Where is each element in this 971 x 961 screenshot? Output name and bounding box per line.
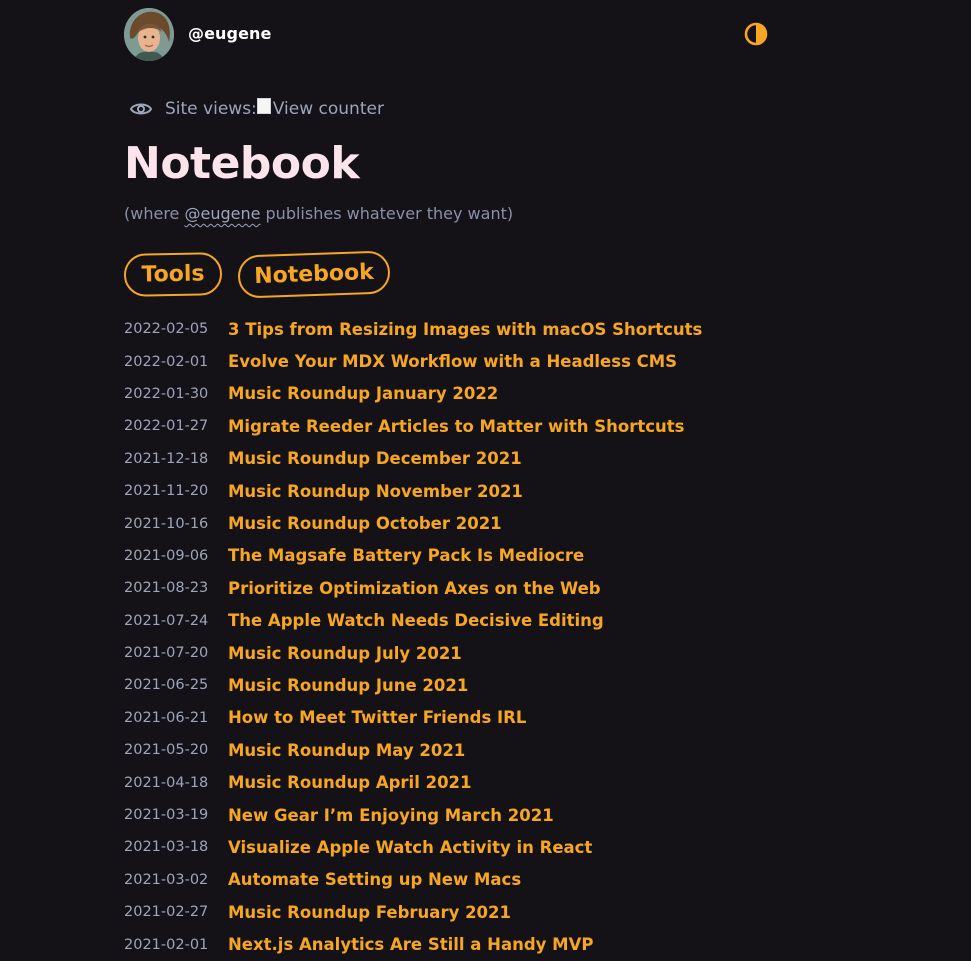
list-item: 2022-01-27 Migrate Reeder Articles to Mat… bbox=[124, 410, 702, 442]
list-item: 2021-08-23 Prioritize Optimization Axes o… bbox=[124, 572, 702, 604]
subtitle-prefix: (where bbox=[124, 204, 185, 223]
tab-tools[interactable]: Tools bbox=[123, 252, 223, 297]
half-circle-contrast-icon bbox=[744, 22, 768, 46]
list-item: 2021-10-16 Music Roundup October 2021 bbox=[124, 507, 702, 539]
post-title-link[interactable]: Music Roundup February 2021 bbox=[228, 903, 511, 922]
post-date: 2021-03-02 bbox=[124, 871, 209, 888]
post-title-link[interactable]: Next.js Analytics Are Still a Handy MVP bbox=[228, 935, 593, 954]
username[interactable]: @eugene bbox=[188, 24, 272, 43]
post-title-link[interactable]: New Gear I’m Enjoying March 2021 bbox=[228, 806, 554, 825]
list-item: 2021-03-18 Visualize Apple Watch Activity… bbox=[124, 831, 702, 863]
list-item: 2021-03-19 New Gear I’m Enjoying March 20… bbox=[124, 799, 702, 831]
site-views-label: Site views: bbox=[165, 99, 257, 119]
view-counter-image: View counter bbox=[256, 98, 384, 119]
eye-icon bbox=[130, 103, 152, 115]
list-item: 2021-03-02 Automate Setting up New Macs bbox=[124, 864, 702, 896]
page-title: Notebook bbox=[124, 138, 360, 189]
post-title-link[interactable]: Music Roundup November 2021 bbox=[228, 482, 523, 501]
post-date: 2021-06-21 bbox=[124, 709, 209, 726]
list-item: 2022-01-30 Music Roundup January 2022 bbox=[124, 378, 702, 410]
post-date: 2022-01-27 bbox=[124, 418, 209, 435]
subtitle-suffix: publishes whatever they want) bbox=[260, 204, 514, 223]
post-title-link[interactable]: Music Roundup May 2021 bbox=[228, 741, 465, 760]
broken-image-icon bbox=[256, 98, 271, 114]
post-date: 2021-07-20 bbox=[124, 645, 209, 662]
post-title-link[interactable]: Music Roundup December 2021 bbox=[228, 449, 522, 468]
post-title-link[interactable]: Music Roundup October 2021 bbox=[228, 514, 502, 533]
list-item: 2021-04-18 Music Roundup April 2021 bbox=[124, 766, 702, 798]
list-item: 2021-02-27 Music Roundup February 2021 bbox=[124, 896, 702, 928]
post-title-link[interactable]: Music Roundup January 2022 bbox=[228, 384, 498, 403]
tab-notebook[interactable]: Notebook bbox=[237, 250, 391, 299]
site-header: @eugene bbox=[124, 8, 770, 63]
avatar[interactable] bbox=[124, 8, 174, 61]
post-date: 2021-06-25 bbox=[124, 677, 209, 694]
post-date: 2021-07-24 bbox=[124, 612, 209, 629]
post-date: 2022-02-05 bbox=[124, 321, 209, 338]
page: @eugene Site views: View counter Noteboo… bbox=[0, 0, 971, 961]
list-item: 2021-02-01 Next.js Analytics Are Still a … bbox=[124, 928, 702, 960]
post-title-link[interactable]: Evolve Your MDX Workflow with a Headless… bbox=[228, 352, 677, 371]
list-item: 2021-12-18 Music Roundup December 2021 bbox=[124, 443, 702, 475]
post-title-link[interactable]: Visualize Apple Watch Activity in React bbox=[228, 838, 592, 857]
post-date: 2021-12-18 bbox=[124, 450, 209, 467]
post-date: 2021-08-23 bbox=[124, 580, 209, 597]
view-counter-alt-text: View counter bbox=[272, 99, 384, 119]
post-date: 2021-11-20 bbox=[124, 483, 209, 500]
post-title-link[interactable]: The Magsafe Battery Pack Is Mediocre bbox=[228, 546, 584, 565]
list-item: 2022-02-05 3 Tips from Resizing Images wi… bbox=[124, 313, 702, 345]
post-title-link[interactable]: How to Meet Twitter Friends IRL bbox=[228, 708, 526, 727]
theme-toggle-button[interactable] bbox=[744, 22, 768, 46]
post-title-link[interactable]: Music Roundup July 2021 bbox=[228, 644, 462, 663]
list-item: 2021-09-06 The Magsafe Battery Pack Is Me… bbox=[124, 540, 702, 572]
post-date: 2021-02-01 bbox=[124, 936, 209, 953]
post-date: 2021-05-20 bbox=[124, 742, 209, 759]
post-title-link[interactable]: Prioritize Optimization Axes on the Web bbox=[228, 579, 601, 598]
post-date: 2021-09-06 bbox=[124, 547, 209, 564]
list-item: 2021-06-25 Music Roundup June 2021 bbox=[124, 669, 702, 701]
post-date: 2022-01-30 bbox=[124, 385, 209, 402]
post-date: 2022-02-01 bbox=[124, 353, 209, 370]
post-title-link[interactable]: 3 Tips from Resizing Images with macOS S… bbox=[228, 320, 702, 339]
subtitle-handle-link[interactable]: @eugene bbox=[184, 204, 260, 223]
post-title-link[interactable]: Migrate Reeder Articles to Matter with S… bbox=[228, 417, 684, 436]
list-item: 2021-05-20 Music Roundup May 2021 bbox=[124, 734, 702, 766]
post-list: 2022-02-05 3 Tips from Resizing Images wi… bbox=[124, 313, 702, 961]
post-date: 2021-03-19 bbox=[124, 807, 209, 824]
list-item: 2021-06-21 How to Meet Twitter Friends IR… bbox=[124, 702, 702, 734]
page-subtitle: (where @eugene publishes whatever they w… bbox=[124, 204, 513, 223]
post-date: 2021-10-16 bbox=[124, 515, 209, 532]
post-title-link[interactable]: The Apple Watch Needs Decisive Editing bbox=[228, 611, 604, 630]
list-item: 2021-11-20 Music Roundup November 2021 bbox=[124, 475, 702, 507]
post-title-link[interactable]: Music Roundup April 2021 bbox=[228, 773, 472, 792]
post-date: 2021-04-18 bbox=[124, 774, 209, 791]
list-item: 2021-07-20 Music Roundup July 2021 bbox=[124, 637, 702, 669]
post-title-link[interactable]: Automate Setting up New Macs bbox=[228, 870, 521, 889]
post-date: 2021-02-27 bbox=[124, 904, 209, 921]
list-item: 2021-07-24 The Apple Watch Needs Decisive… bbox=[124, 605, 702, 637]
list-item: 2022-02-01 Evolve Your MDX Workflow with … bbox=[124, 345, 702, 377]
site-views: Site views: View counter bbox=[130, 96, 384, 122]
post-date: 2021-03-18 bbox=[124, 839, 209, 856]
avatar-image bbox=[124, 8, 174, 61]
post-title-link[interactable]: Music Roundup June 2021 bbox=[228, 676, 468, 695]
